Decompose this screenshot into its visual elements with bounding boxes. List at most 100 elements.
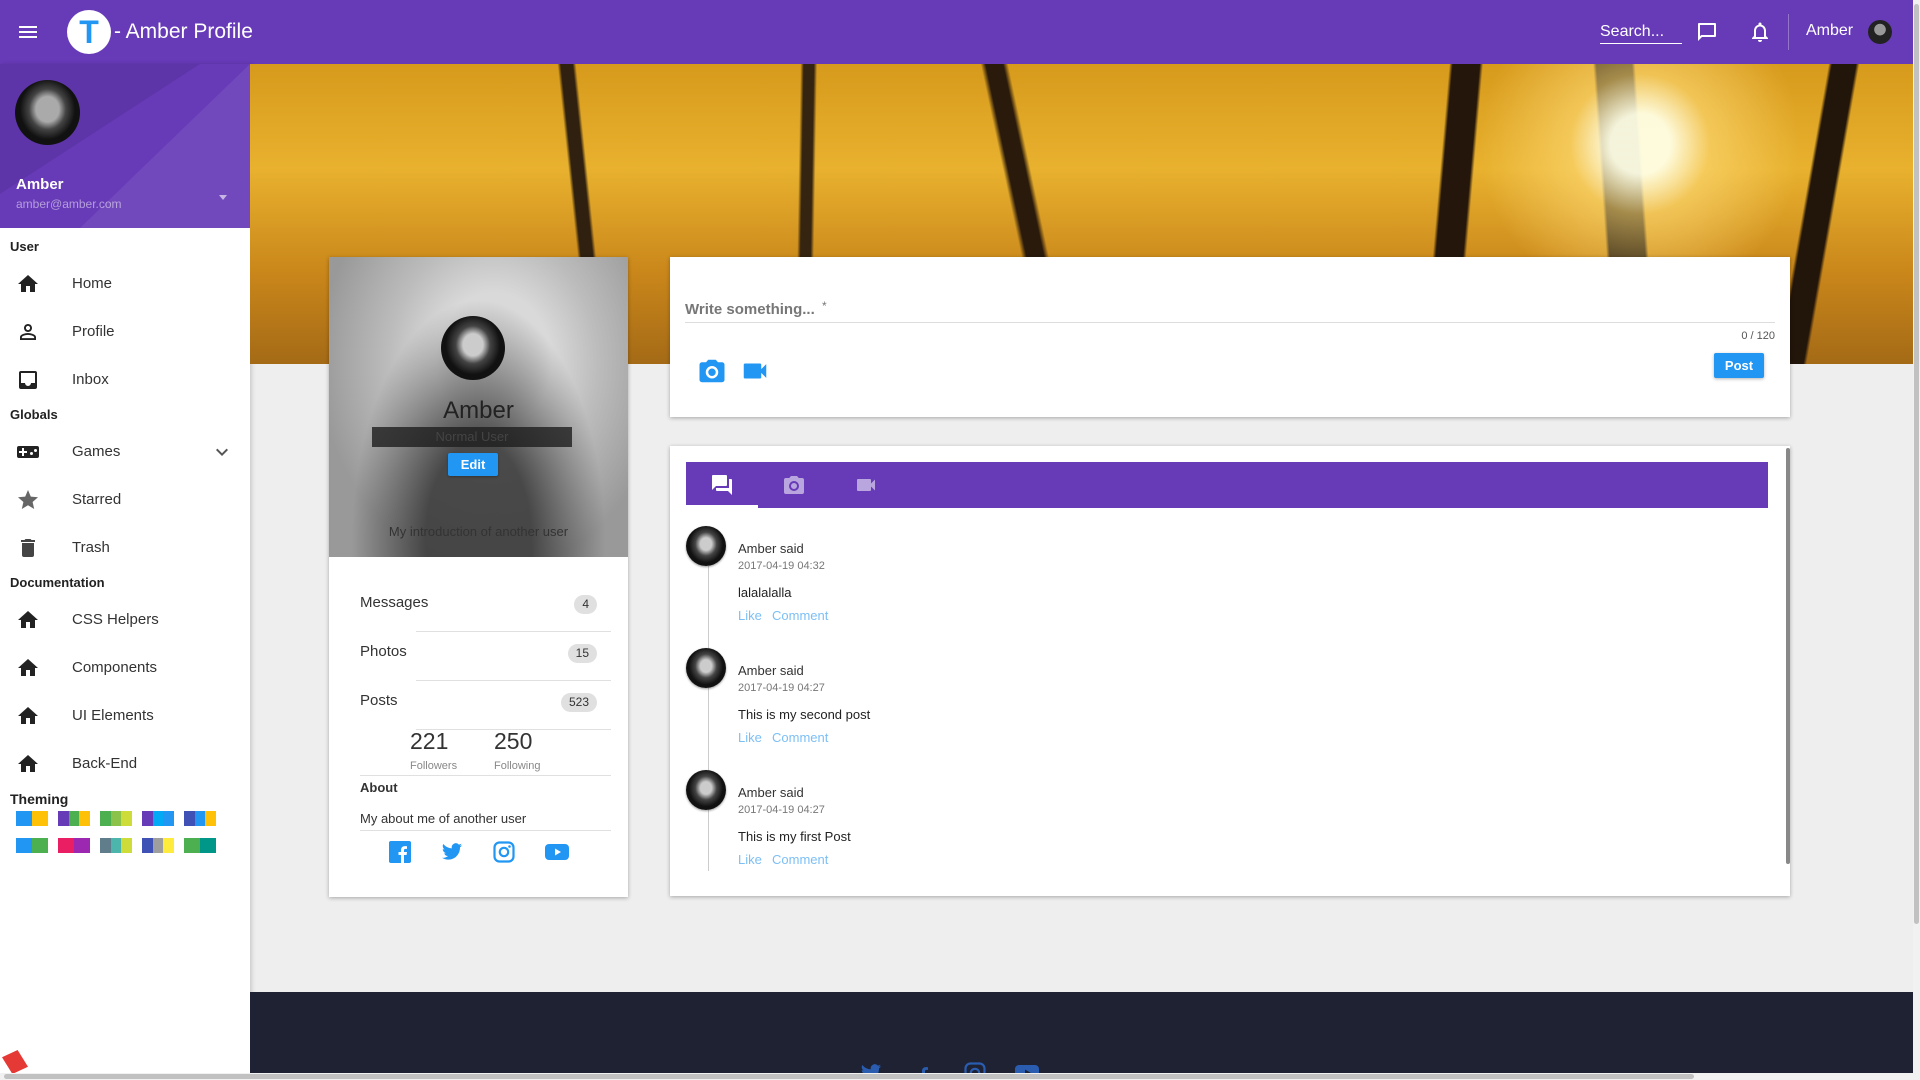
edit-profile-button[interactable]: Edit bbox=[448, 453, 498, 476]
sidebar-item-label: Trash bbox=[72, 539, 110, 556]
post-input[interactable] bbox=[685, 297, 1775, 323]
search-input[interactable] bbox=[1600, 20, 1682, 44]
sidebar-item-css-helpers[interactable]: CSS Helpers bbox=[0, 600, 250, 640]
sidebar-item-label: Inbox bbox=[72, 371, 109, 388]
sidebar-item-profile[interactable]: Profile bbox=[0, 312, 250, 352]
swatch-color bbox=[184, 838, 200, 853]
theme-swatch[interactable] bbox=[58, 811, 90, 826]
tab-photos[interactable] bbox=[758, 462, 830, 508]
swatch-color bbox=[100, 811, 111, 826]
swatch-color bbox=[121, 838, 132, 853]
post-avatar[interactable] bbox=[686, 648, 726, 688]
star-icon bbox=[16, 488, 40, 512]
username-label[interactable]: Amber bbox=[1806, 22, 1853, 40]
like-link[interactable]: Like bbox=[738, 852, 762, 867]
horizontal-scrollbar[interactable] bbox=[0, 1073, 1913, 1080]
sidebar-item-label: Profile bbox=[72, 323, 115, 340]
section-user: User bbox=[10, 239, 39, 254]
sidebar-item-components[interactable]: Components bbox=[0, 648, 250, 688]
stat-label: Photos bbox=[360, 643, 407, 660]
profile-avatar[interactable] bbox=[441, 316, 505, 380]
home-icon bbox=[16, 608, 40, 632]
swatch-color bbox=[200, 838, 216, 853]
app-badge-icon[interactable] bbox=[2, 1050, 28, 1074]
theme-swatch[interactable] bbox=[16, 838, 48, 853]
profile-background-photo: Amber Normal User Edit My introduction o… bbox=[329, 257, 628, 557]
sidebar-item-home[interactable]: Home bbox=[0, 264, 250, 304]
like-link[interactable]: Like bbox=[738, 730, 762, 745]
stat-photos[interactable]: Photos 15 bbox=[360, 633, 611, 681]
stat-label: Messages bbox=[360, 594, 429, 611]
menu-icon[interactable] bbox=[16, 20, 40, 44]
home-icon bbox=[16, 752, 40, 776]
sidebar-item-games[interactable]: Games bbox=[0, 432, 250, 472]
followers-count: 221 bbox=[410, 728, 449, 754]
swatch-color bbox=[205, 811, 216, 826]
home-icon bbox=[16, 704, 40, 728]
theme-swatch[interactable] bbox=[100, 838, 132, 853]
sidebar-item-trash[interactable]: Trash bbox=[0, 528, 250, 568]
vertical-scrollbar[interactable] bbox=[1913, 0, 1920, 1080]
post-text: lalalalalla bbox=[738, 585, 792, 600]
post-text: This is my first Post bbox=[738, 829, 851, 844]
feed-post: Amber said 2017-04-19 04:27 This is my s… bbox=[686, 648, 1766, 768]
gamepad-icon bbox=[16, 440, 40, 464]
stat-messages[interactable]: Messages 4 bbox=[360, 584, 611, 632]
count-badge: 523 bbox=[560, 693, 597, 712]
count-badge: 4 bbox=[574, 595, 597, 614]
comment-link[interactable]: Comment bbox=[772, 852, 828, 867]
app-logo[interactable]: T bbox=[67, 10, 111, 54]
count-badge: 15 bbox=[567, 644, 597, 663]
video-camera-icon[interactable] bbox=[740, 356, 770, 386]
sidebar-item-inbox[interactable]: Inbox bbox=[0, 360, 250, 400]
notifications-icon[interactable] bbox=[1748, 20, 1772, 44]
camera-icon[interactable] bbox=[697, 356, 727, 386]
theme-swatch[interactable] bbox=[58, 838, 90, 853]
twitter-icon[interactable] bbox=[441, 841, 463, 863]
chat-icon[interactable] bbox=[1695, 20, 1719, 44]
scrollbar-thumb[interactable] bbox=[1914, 4, 1919, 924]
scrollbar-thumb[interactable] bbox=[4, 1074, 1694, 1079]
post-avatar[interactable] bbox=[686, 770, 726, 810]
comment-link[interactable]: Comment bbox=[772, 730, 828, 745]
swatch-color bbox=[142, 838, 153, 853]
post-button[interactable]: Post bbox=[1714, 353, 1764, 378]
sidebar-item-starred[interactable]: Starred bbox=[0, 480, 250, 520]
stat-posts[interactable]: Posts 523 bbox=[360, 682, 611, 730]
sidebar-item-back-end[interactable]: Back-End bbox=[0, 744, 250, 784]
youtube-icon[interactable] bbox=[545, 841, 569, 863]
sidebar-item-ui-elements[interactable]: UI Elements bbox=[0, 696, 250, 736]
theme-swatch[interactable] bbox=[184, 811, 216, 826]
instagram-icon[interactable] bbox=[493, 841, 515, 863]
theme-swatch[interactable] bbox=[142, 838, 174, 853]
theme-swatch[interactable] bbox=[184, 838, 216, 853]
character-counter: 0 / 120 bbox=[1741, 330, 1775, 342]
profile-role: Normal User bbox=[372, 427, 572, 447]
swatch-color bbox=[79, 811, 90, 826]
followers-label: Followers bbox=[410, 760, 458, 772]
sidebar: Amber amber@amber.com User Home Profile … bbox=[0, 64, 250, 1080]
sidebar-item-label: Back-End bbox=[72, 755, 138, 772]
profile-intro: My introduction of another user bbox=[388, 524, 569, 539]
sidebar-header: Amber amber@amber.com bbox=[0, 64, 250, 228]
tab-posts[interactable] bbox=[686, 462, 758, 508]
theme-swatch[interactable] bbox=[16, 811, 48, 826]
sidebar-avatar[interactable] bbox=[15, 80, 80, 145]
avatar[interactable] bbox=[1868, 20, 1892, 44]
swatch-color bbox=[16, 811, 32, 826]
theme-swatch[interactable] bbox=[142, 811, 174, 826]
section-theming: Theming bbox=[10, 791, 69, 807]
tab-videos[interactable] bbox=[830, 462, 902, 508]
like-link[interactable]: Like bbox=[738, 608, 762, 623]
swatch-color bbox=[68, 811, 80, 826]
post-avatar[interactable] bbox=[686, 526, 726, 566]
facebook-icon[interactable] bbox=[389, 841, 411, 863]
swatch-color bbox=[142, 811, 153, 826]
comment-link[interactable]: Comment bbox=[772, 608, 828, 623]
chevron-down-icon[interactable] bbox=[210, 440, 234, 464]
theme-swatch[interactable] bbox=[100, 811, 132, 826]
footer bbox=[250, 992, 1913, 1080]
post-composer: * 0 / 120 Post bbox=[670, 257, 1790, 417]
caret-down-icon[interactable] bbox=[218, 192, 228, 202]
feed-scrollbar[interactable] bbox=[1786, 448, 1790, 864]
